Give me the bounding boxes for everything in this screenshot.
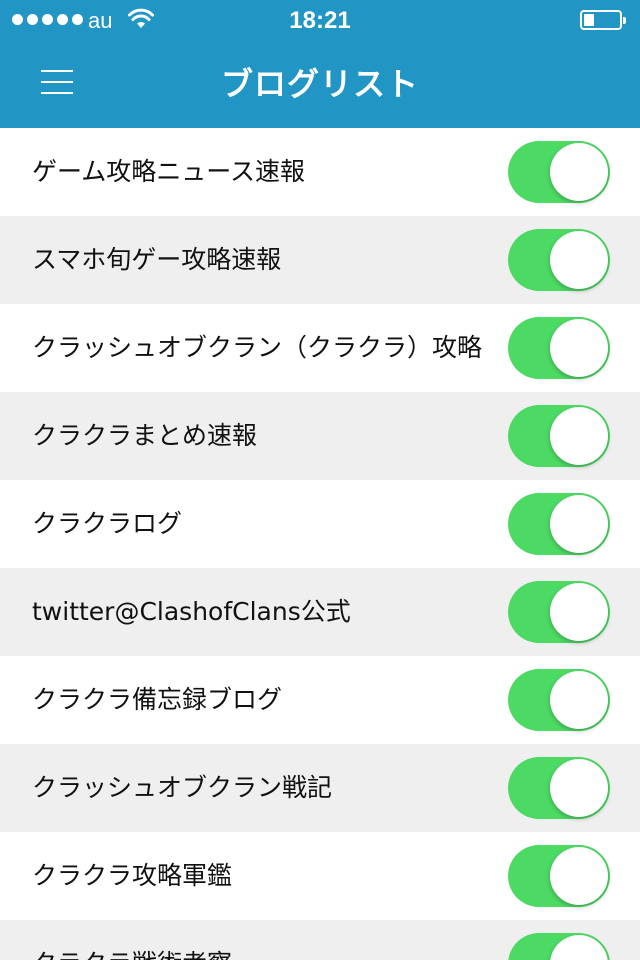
blog-enabled-toggle[interactable] bbox=[508, 845, 610, 907]
blog-enabled-toggle[interactable] bbox=[508, 405, 610, 467]
blog-name-label: クラッシュオブクラン（クラクラ）攻略 bbox=[32, 333, 482, 362]
header: au 18:21 ブログリスト bbox=[0, 0, 640, 128]
toggle-knob bbox=[550, 407, 608, 465]
blog-name-label: クラッシュオブクラン戦記 bbox=[32, 773, 333, 802]
toggle-knob bbox=[550, 847, 608, 905]
blog-enabled-toggle[interactable] bbox=[508, 669, 610, 731]
blog-list-item: クラクラまとめ速報 bbox=[0, 392, 640, 480]
status-bar: au 18:21 bbox=[0, 0, 640, 40]
blog-name-label: クラクラ備忘録ブログ bbox=[32, 685, 283, 714]
blog-enabled-toggle[interactable] bbox=[508, 141, 610, 203]
blog-name-label: クラクラ戦術考察 bbox=[32, 920, 482, 960]
toggle-knob bbox=[550, 231, 608, 289]
blog-list-item: クラクラ備忘録ブログ bbox=[0, 656, 640, 744]
blog-list-item: クラクラログ bbox=[0, 480, 640, 568]
blog-list-item: スマホ旬ゲー攻略速報 bbox=[0, 216, 640, 304]
blog-list-item: クラッシュオブクラン戦記 bbox=[0, 744, 640, 832]
battery-level-fill bbox=[584, 14, 594, 26]
blog-enabled-toggle[interactable] bbox=[508, 757, 610, 819]
toggle-knob bbox=[550, 583, 608, 641]
page-title: ブログリスト bbox=[220, 65, 419, 103]
navigation-bar: ブログリスト bbox=[0, 40, 640, 128]
blog-name-label: クラクラまとめ速報 bbox=[32, 421, 258, 450]
blog-list-item: クラッシュオブクラン（クラクラ）攻略 bbox=[0, 304, 640, 392]
battery-nub bbox=[623, 17, 626, 24]
toggle-knob bbox=[550, 759, 608, 817]
blog-name-label: ゲーム攻略ニュース速報 bbox=[32, 157, 306, 186]
status-time: 18:21 bbox=[289, 7, 351, 34]
blog-name-label: クラクラ攻略軍鑑 bbox=[32, 861, 233, 890]
toggle-knob bbox=[550, 495, 608, 553]
app-screen: au 18:21 ブログリスト ゲーム攻略ニュース速報 スマホ旬ゲー攻略速報クラッ… bbox=[0, 0, 640, 960]
blog-enabled-toggle[interactable] bbox=[508, 933, 610, 960]
blog-enabled-toggle[interactable] bbox=[508, 317, 610, 379]
blog-name-label: クラクラログ bbox=[32, 509, 183, 538]
battery-icon bbox=[580, 10, 626, 30]
blog-name-label: twitter@ClashofClans公式 bbox=[32, 597, 351, 626]
blog-list-item: クラクラ戦術考察 bbox=[0, 920, 640, 960]
toggle-knob bbox=[550, 671, 608, 729]
blog-enabled-toggle[interactable] bbox=[508, 581, 610, 643]
blog-list-item: ゲーム攻略ニュース速報 bbox=[0, 128, 640, 216]
blog-name-label: スマホ旬ゲー攻略速報 bbox=[32, 245, 282, 274]
toggle-knob bbox=[550, 935, 608, 960]
toggle-knob bbox=[550, 143, 608, 201]
blog-list: ゲーム攻略ニュース速報 スマホ旬ゲー攻略速報 クラッシュオブクラン（クラクラ）攻略ク… bbox=[0, 128, 640, 960]
blog-list-item: クラクラ攻略軍鑑 bbox=[0, 832, 640, 920]
blog-enabled-toggle[interactable] bbox=[508, 229, 610, 291]
blog-list-item: twitter@ClashofClans公式 bbox=[0, 568, 640, 656]
blog-enabled-toggle[interactable] bbox=[508, 493, 610, 555]
toggle-knob bbox=[550, 319, 608, 377]
